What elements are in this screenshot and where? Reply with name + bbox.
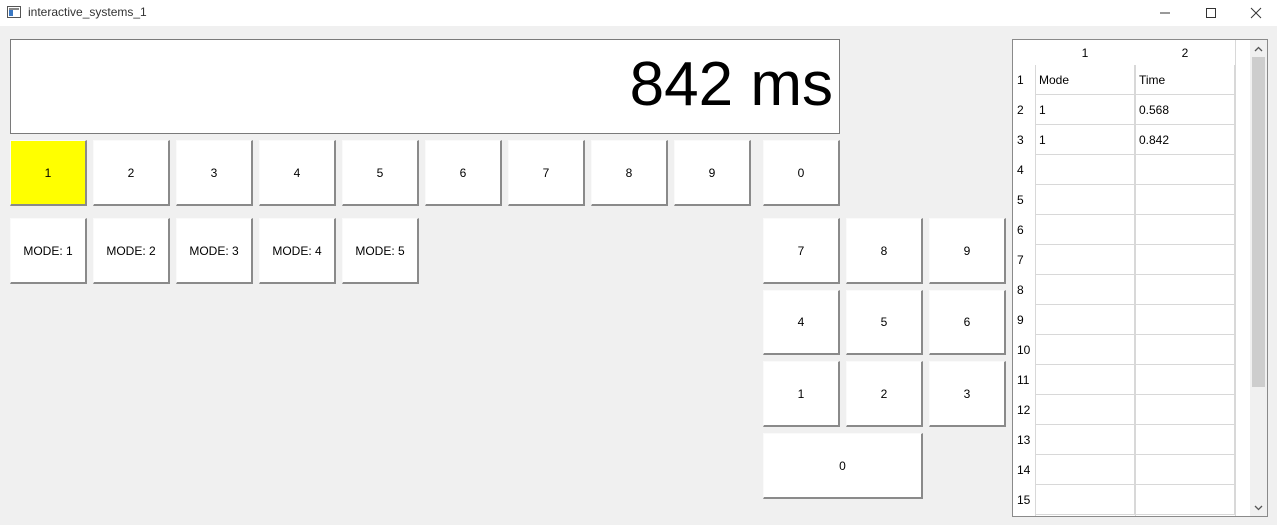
close-icon — [1250, 7, 1262, 19]
row-number[interactable]: 5 — [1013, 185, 1035, 215]
time-display-text: 842 ms — [629, 50, 833, 119]
target-key-6[interactable]: 6 — [425, 140, 502, 206]
row-number[interactable]: 9 — [1013, 305, 1035, 335]
mode-5-button[interactable]: MODE: 5 — [342, 218, 419, 284]
numpad-key-0[interactable]: 0 — [763, 433, 923, 499]
app-window-icon — [7, 6, 21, 18]
numpad-key-6[interactable]: 6 — [929, 290, 1006, 355]
row-number[interactable]: 11 — [1013, 365, 1035, 395]
row-number[interactable]: 4 — [1013, 155, 1035, 185]
mode-cell[interactable] — [1035, 275, 1135, 305]
row-number[interactable]: 13 — [1013, 425, 1035, 455]
row-number[interactable]: 6 — [1013, 215, 1035, 245]
time-cell[interactable] — [1135, 395, 1235, 425]
column-header[interactable]: 1 — [1035, 40, 1135, 65]
mode-cell[interactable] — [1035, 425, 1135, 455]
time-cell[interactable] — [1135, 245, 1235, 275]
mode-cell[interactable] — [1035, 395, 1135, 425]
numpad-key-5[interactable]: 5 — [846, 290, 923, 355]
row-number[interactable]: 14 — [1013, 455, 1035, 485]
numpad-key-8[interactable]: 8 — [846, 218, 923, 284]
mode-1-button[interactable]: MODE: 1 — [10, 218, 87, 284]
mode-4-button[interactable]: MODE: 4 — [259, 218, 336, 284]
row-number[interactable]: 8 — [1013, 275, 1035, 305]
column-header[interactable]: 2 — [1135, 40, 1235, 65]
maximize-icon — [1206, 8, 1216, 18]
time-cell[interactable] — [1135, 425, 1235, 455]
mode-cell[interactable] — [1035, 245, 1135, 275]
mode-cell[interactable] — [1035, 185, 1135, 215]
row-number[interactable]: 1 — [1013, 65, 1035, 95]
mode-2-button[interactable]: MODE: 2 — [93, 218, 170, 284]
results-table[interactable]: 1 2 1 Mode Time 2 1 0.568 3 1 0.842 4 5 6 7 8 9 10 11 12 1… — [1012, 39, 1268, 517]
target-key-0[interactable]: 0 — [763, 140, 840, 206]
minimize-button[interactable] — [1142, 0, 1188, 26]
mode-cell[interactable]: 1 — [1035, 125, 1135, 155]
mode-cell[interactable] — [1035, 365, 1135, 395]
time-cell[interactable] — [1135, 215, 1235, 245]
numpad-key-7[interactable]: 7 — [763, 218, 840, 284]
row-number[interactable]: 3 — [1013, 125, 1035, 155]
numpad-key-2[interactable]: 2 — [846, 361, 923, 427]
title-bar: interactive_systems_1 — [0, 0, 1277, 26]
target-key-9[interactable]: 9 — [674, 140, 751, 206]
target-key-3[interactable]: 3 — [176, 140, 253, 206]
row-number[interactable]: 10 — [1013, 335, 1035, 365]
maximize-button[interactable] — [1188, 0, 1234, 26]
target-key-4[interactable]: 4 — [259, 140, 336, 206]
numpad-key-9[interactable]: 9 — [929, 218, 1006, 284]
numpad-key-4[interactable]: 4 — [763, 290, 840, 355]
scroll-up-button[interactable] — [1250, 40, 1267, 57]
time-cell[interactable] — [1135, 365, 1235, 395]
time-cell[interactable]: Time — [1135, 65, 1235, 95]
minimize-icon — [1160, 12, 1170, 14]
row-number[interactable]: 15 — [1013, 485, 1035, 515]
mode-cell[interactable] — [1035, 155, 1135, 185]
mode-cell[interactable] — [1035, 485, 1135, 515]
mode-cell[interactable] — [1035, 455, 1135, 485]
close-button[interactable] — [1233, 0, 1277, 26]
scrollbar-thumb[interactable] — [1252, 57, 1265, 387]
row-number[interactable]: 7 — [1013, 245, 1035, 275]
chevron-down-icon — [1254, 505, 1263, 510]
target-key-5[interactable]: 5 — [342, 140, 419, 206]
mode-cell[interactable] — [1035, 215, 1135, 245]
time-cell[interactable] — [1135, 185, 1235, 215]
time-cell[interactable] — [1135, 305, 1235, 335]
numpad-key-1[interactable]: 1 — [763, 361, 840, 427]
column-divider — [1235, 40, 1236, 516]
time-cell[interactable] — [1135, 455, 1235, 485]
target-key-2[interactable]: 2 — [93, 140, 170, 206]
time-cell[interactable] — [1135, 155, 1235, 185]
time-cell[interactable] — [1135, 275, 1235, 305]
mode-cell[interactable]: Mode — [1035, 65, 1135, 95]
row-number[interactable]: 2 — [1013, 95, 1035, 125]
time-cell[interactable] — [1135, 335, 1235, 365]
vertical-scrollbar[interactable] — [1250, 40, 1267, 516]
target-key-7[interactable]: 7 — [508, 140, 585, 206]
time-cell[interactable]: 0.568 — [1135, 95, 1235, 125]
mode-cell[interactable]: 1 — [1035, 95, 1135, 125]
window-title: interactive_systems_1 — [28, 5, 147, 19]
numpad-key-3[interactable]: 3 — [929, 361, 1006, 427]
target-key-8[interactable]: 8 — [591, 140, 668, 206]
time-cell[interactable]: 0.842 — [1135, 125, 1235, 155]
chevron-up-icon — [1254, 46, 1263, 51]
row-number[interactable]: 12 — [1013, 395, 1035, 425]
mode-3-button[interactable]: MODE: 3 — [176, 218, 253, 284]
time-cell[interactable] — [1135, 485, 1235, 515]
mode-cell[interactable] — [1035, 335, 1135, 365]
mode-cell[interactable] — [1035, 305, 1135, 335]
target-key-1[interactable]: 1 — [10, 140, 87, 206]
time-display: 842 ms — [10, 39, 840, 134]
scroll-down-button[interactable] — [1250, 499, 1267, 516]
